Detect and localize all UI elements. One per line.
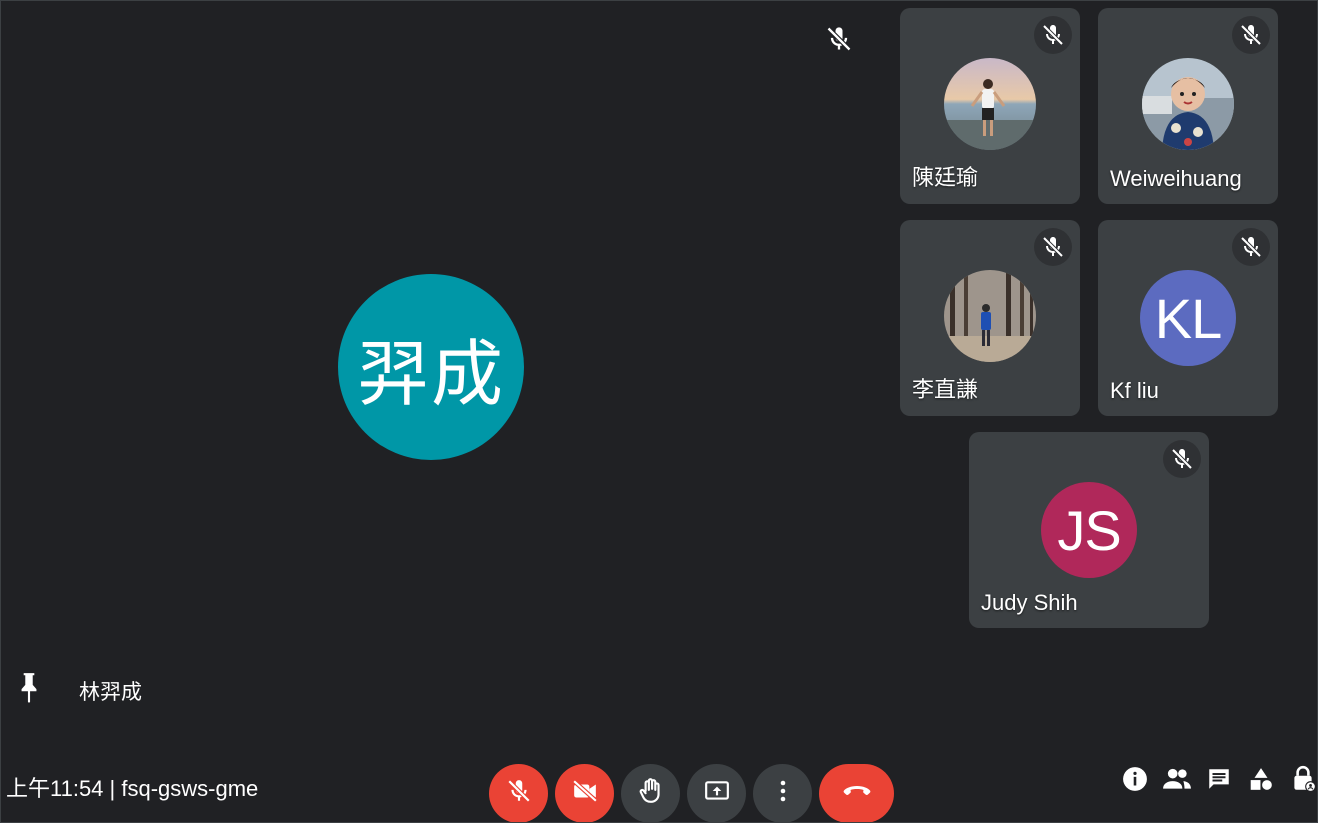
participant-tile[interactable]: Weiweihuang bbox=[1098, 8, 1278, 204]
main-speaker-initials: 羿成 bbox=[356, 331, 505, 416]
participant-photo bbox=[944, 58, 1036, 150]
muted-mic-icon bbox=[1163, 440, 1201, 478]
pin-icon[interactable] bbox=[16, 671, 42, 705]
participant-initials-avatar: JS bbox=[1041, 482, 1137, 578]
muted-mic-icon bbox=[1034, 228, 1072, 266]
camera-off-icon bbox=[570, 778, 600, 809]
meeting-time-and-code: 上午11:54 | fsq-gsws-gme bbox=[6, 776, 259, 801]
present-screen-icon bbox=[704, 780, 730, 807]
participant-tile[interactable]: 陳廷瑜 bbox=[900, 8, 1080, 204]
participant-initials: KL bbox=[1154, 286, 1222, 350]
activities-button[interactable] bbox=[1247, 767, 1275, 795]
host-controls-icon bbox=[1290, 765, 1316, 798]
muted-mic-icon bbox=[1232, 16, 1270, 54]
participant-name: Judy Shih bbox=[981, 590, 1078, 615]
hang-up-icon bbox=[842, 784, 872, 803]
show-everyone-button[interactable] bbox=[1163, 767, 1191, 795]
host-controls-button[interactable] bbox=[1289, 765, 1317, 798]
microphone-toggle-button[interactable] bbox=[489, 763, 548, 822]
participant-initials: JS bbox=[1057, 498, 1121, 562]
participant-tile[interactable]: JS Judy Shih bbox=[969, 432, 1209, 628]
leave-call-button[interactable] bbox=[819, 763, 894, 822]
participant-photo bbox=[944, 270, 1036, 362]
main-speaker-avatar: 羿成 bbox=[338, 274, 524, 460]
camera-toggle-button[interactable] bbox=[555, 763, 614, 822]
muted-mic-icon bbox=[1232, 228, 1270, 266]
meeting-details-button[interactable] bbox=[1121, 766, 1149, 797]
meeting-side-tools bbox=[1121, 763, 1317, 799]
participant-name: 陳廷瑜 bbox=[912, 165, 979, 190]
mic-off-icon bbox=[506, 778, 532, 809]
participant-photo bbox=[1142, 58, 1234, 150]
people-icon bbox=[1162, 767, 1192, 796]
activities-icon bbox=[1248, 766, 1274, 797]
participant-name: Kf liu bbox=[1110, 378, 1159, 403]
meet-window: 羿成 林羿成 陳廷瑜 Weiweihuang 李直謙 KL Kf liu JS … bbox=[0, 0, 1318, 823]
participant-initials-avatar: KL bbox=[1140, 270, 1236, 366]
main-speaker-muted-icon bbox=[823, 23, 855, 55]
more-options-icon bbox=[780, 780, 786, 807]
muted-mic-icon bbox=[1034, 16, 1072, 54]
chat-icon bbox=[1206, 766, 1232, 797]
raise-hand-button[interactable] bbox=[621, 763, 680, 822]
pinned-participant-name: 林羿成 bbox=[79, 681, 142, 704]
chat-button[interactable] bbox=[1205, 767, 1233, 795]
participant-tile[interactable]: KL Kf liu bbox=[1098, 220, 1278, 416]
participant-tile[interactable]: 李直謙 bbox=[900, 220, 1080, 416]
more-options-button[interactable] bbox=[753, 763, 812, 822]
info-icon bbox=[1122, 766, 1148, 797]
participant-name: 李直謙 bbox=[912, 377, 979, 402]
participant-name: Weiweihuang bbox=[1110, 166, 1242, 191]
call-controls bbox=[489, 763, 894, 822]
raise-hand-icon bbox=[638, 777, 664, 810]
present-now-button[interactable] bbox=[687, 763, 746, 822]
